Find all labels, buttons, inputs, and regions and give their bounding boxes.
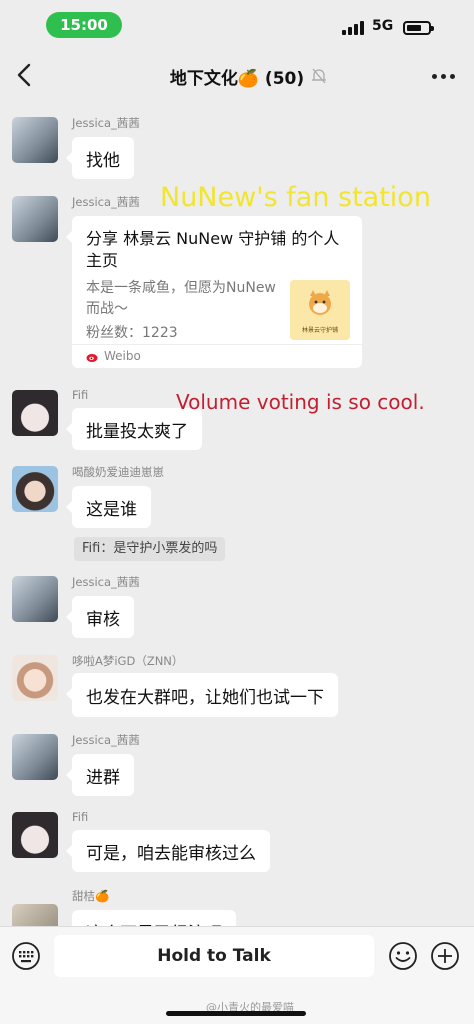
message-bubble[interactable]: 也发在大群吧，让她们也试一下 [66, 673, 338, 717]
card-thumbnail: 林景云守护铺 [290, 280, 350, 340]
avatar[interactable] [12, 196, 58, 242]
sender-name: Fifi [72, 810, 89, 824]
message-bubble[interactable]: 批量投太爽了 [66, 408, 202, 450]
avatar[interactable] [12, 655, 58, 701]
plus-icon[interactable] [430, 941, 460, 971]
more-options-icon[interactable] [432, 74, 456, 80]
avatar[interactable] [12, 466, 58, 512]
shiba-dog-icon [309, 290, 331, 315]
weibo-logo-icon [86, 354, 98, 362]
card-description: 本是一条咸鱼，但愿为NuNew而战～ [86, 280, 276, 317]
sender-name: Jessica_茜茜 [72, 116, 140, 130]
shared-profile-card[interactable]: 分享 林景云 NuNew 守护铺 的个人主页 本是一条咸鱼，但愿为NuNew而战… [66, 216, 362, 368]
sender-name: Jessica_茜茜 [72, 195, 140, 209]
card-source-bar: Weibo [72, 344, 362, 368]
battery-icon [403, 21, 434, 35]
chat-header: 地下文化🍊 (50) [0, 50, 474, 104]
mute-bell-icon [312, 68, 326, 84]
avatar[interactable] [12, 390, 58, 436]
status-time: 15:00 [46, 12, 122, 38]
message-bubble[interactable]: 可是，咱去能审核过么 [66, 830, 270, 872]
card-source-label: Weibo [104, 349, 141, 363]
card-title: 分享 林景云 NuNew 守护铺 的个人主页 [86, 229, 340, 270]
card-thumbnail-label: 林景云守护铺 [301, 327, 338, 334]
home-indicator[interactable] [166, 1011, 306, 1016]
overlay-caption-volume-voting: Volume voting is so cool. [176, 390, 425, 414]
network-type: 5G [372, 18, 394, 34]
overlay-caption-fan-station: NuNew's fan station [160, 182, 431, 213]
status-bar: 15:00 5G [0, 0, 474, 50]
avatar[interactable] [12, 576, 58, 622]
message-bubble[interactable]: 审核 [66, 596, 134, 638]
sender-name: 甜桔🍊 [72, 889, 110, 903]
avatar[interactable] [12, 117, 58, 163]
message-bubble[interactable]: 进群 [66, 754, 134, 796]
avatar[interactable] [12, 734, 58, 780]
cellular-signal-icon [342, 21, 366, 35]
message-bubble[interactable]: 这是谁 [66, 486, 151, 528]
sender-name: 喝酸奶爱迪迪崽崽 [72, 465, 164, 479]
emoji-icon[interactable] [388, 941, 418, 971]
avatar[interactable] [12, 812, 58, 858]
hold-to-talk-button[interactable]: Hold to Talk [54, 935, 374, 977]
keyboard-icon[interactable] [11, 941, 41, 971]
message-bubble[interactable]: 找他 [66, 137, 134, 179]
quoted-message: Fifi：是守护小票发的吗 [74, 537, 226, 561]
sender-name: Jessica_茜茜 [72, 733, 140, 747]
card-fan-count: 粉丝数：1223 [86, 325, 178, 341]
chat-input-bar: Hold to Talk @小青火的最爱喵 [0, 926, 474, 1024]
chat-title: 地下文化🍊 (50) [169, 69, 305, 89]
sender-name: 哆啦A梦iGD（ZNN） [72, 654, 184, 668]
sender-name: Fifi [72, 388, 89, 402]
sender-name: Jessica_茜茜 [72, 575, 140, 589]
